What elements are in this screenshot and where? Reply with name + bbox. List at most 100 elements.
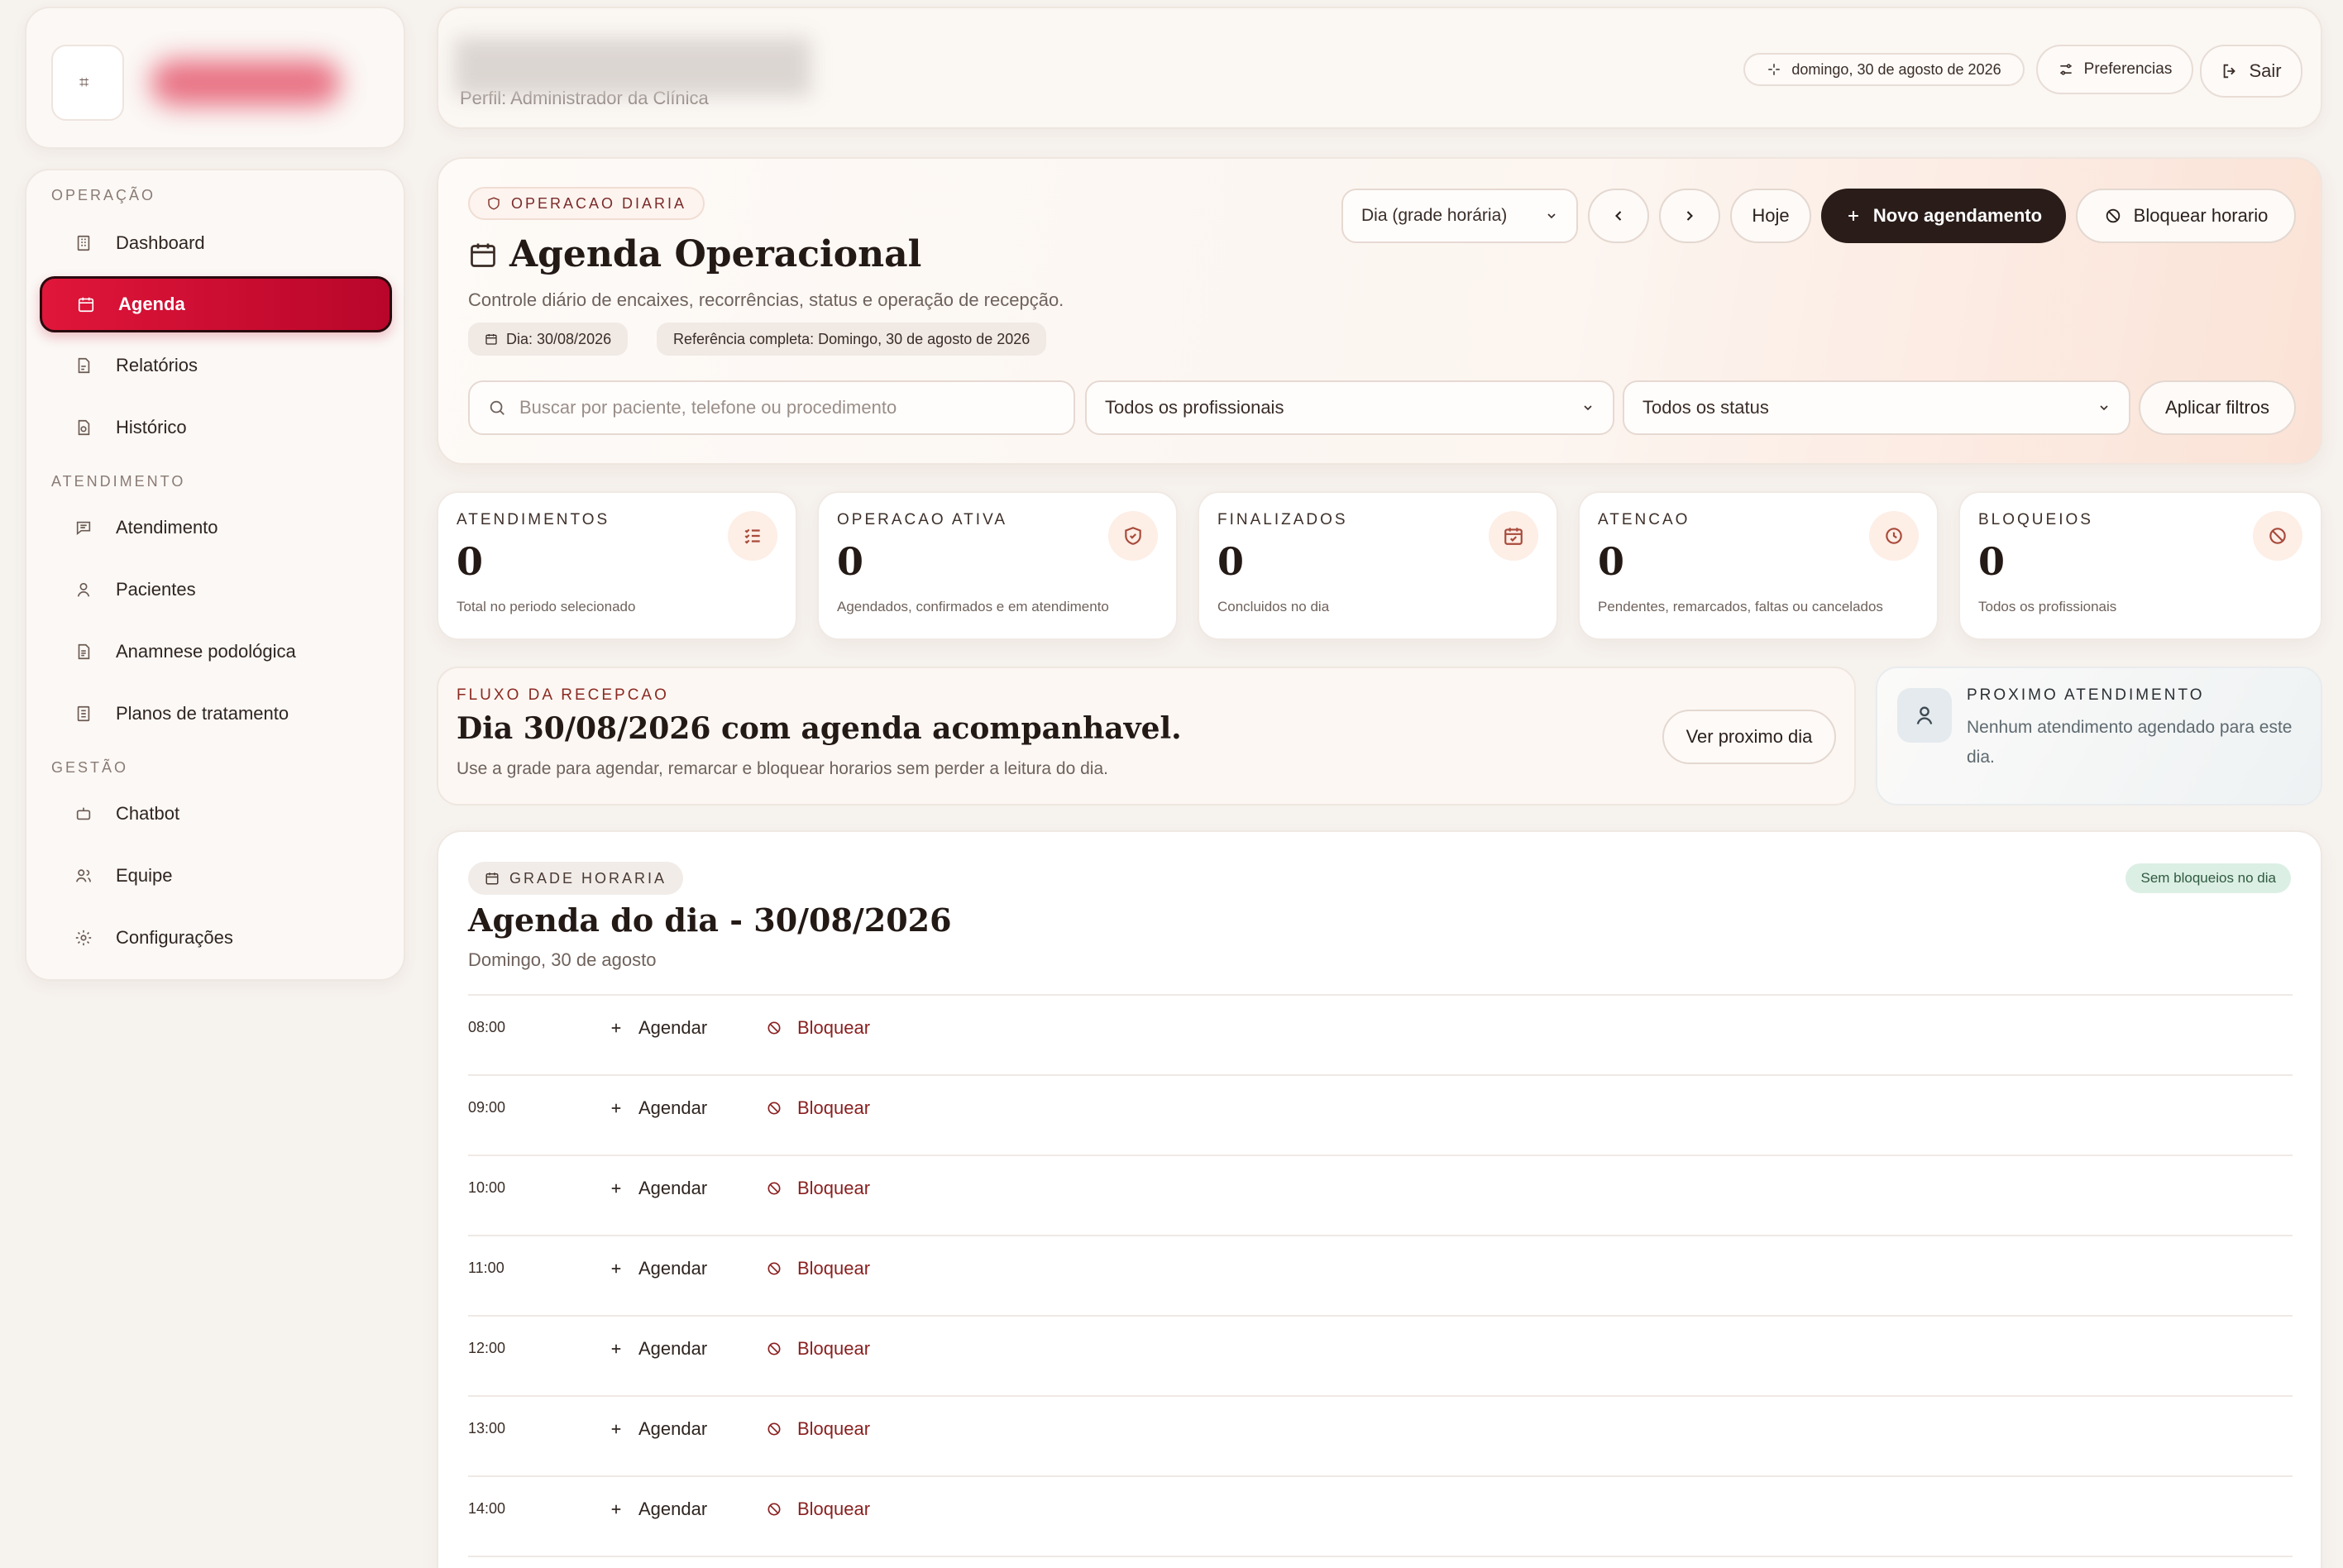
sidebar-item-relatorios[interactable]: Relatórios xyxy=(40,337,392,394)
stat-card-finalizados: FINALIZADOS 0 Concluidos no dia xyxy=(1198,491,1558,640)
stat-label: ATENDIMENTOS xyxy=(457,511,610,528)
new-appointment-label: Novo agendamento xyxy=(1872,205,2043,226)
plus-icon xyxy=(609,1422,624,1437)
logout-label: Sair xyxy=(2249,60,2282,81)
ban-icon xyxy=(766,1501,782,1518)
today-button[interactable]: Hoje xyxy=(1730,189,1811,243)
slot-time: 11:00 xyxy=(468,1260,504,1276)
sidebar-item-agenda[interactable]: Agenda xyxy=(40,276,392,332)
sidebar-item-pacientes[interactable]: Pacientes xyxy=(40,562,392,618)
day-tag-label: Dia: 30/08/2026 xyxy=(506,330,612,347)
next-appointment-text: Nenhum atendimento agendado para este di… xyxy=(1967,718,2293,767)
plus-icon xyxy=(609,1181,624,1196)
user-icon xyxy=(1897,688,1952,743)
chevron-right-icon xyxy=(1681,208,1698,224)
chevron-left-icon xyxy=(1610,208,1627,224)
schedule-slot-button[interactable]: Agendar xyxy=(609,1017,707,1039)
sidebar-nav: OPERAÇÃO Dashboard Agenda Relatórios His… xyxy=(25,169,405,981)
block-slot-button[interactable]: Bloquear xyxy=(766,1499,870,1520)
ban-icon xyxy=(2253,511,2302,561)
schedule-slot-button[interactable]: Agendar xyxy=(609,1418,707,1440)
slot-time: 09:00 xyxy=(468,1099,506,1116)
block-slot-button[interactable]: Bloquear xyxy=(766,1418,870,1440)
calendar-check-icon xyxy=(1489,511,1538,561)
sidebar-item-dashboard[interactable]: Dashboard xyxy=(40,215,392,271)
previous-day-button[interactable] xyxy=(1588,189,1649,243)
sidebar-item-atendimento[interactable]: Atendimento xyxy=(40,500,392,556)
status-select[interactable]: Todos os status xyxy=(1623,380,2130,435)
calendar-icon xyxy=(485,871,500,886)
current-date-pill: domingo, 30 de agosto de 2026 xyxy=(1743,53,2025,86)
block-slot-label: Bloquear xyxy=(797,1258,871,1279)
block-slot-button[interactable]: Bloquear xyxy=(766,1017,870,1039)
search-input[interactable]: Buscar por paciente, telefone ou procedi… xyxy=(468,380,1075,435)
sidebar-item-chatbot[interactable]: Chatbot xyxy=(40,786,392,842)
logout-button[interactable]: Sair xyxy=(2200,45,2302,98)
block-slot-button[interactable]: Bloquear xyxy=(766,1338,870,1360)
schedule-slot-button[interactable]: Agendar xyxy=(609,1499,707,1520)
time-slot-row: 12:00 Agendar Bloquear xyxy=(468,1317,2293,1397)
sidebar-item-configuracoes[interactable]: Configurações xyxy=(40,910,392,966)
professionals-select[interactable]: Todos os profissionais xyxy=(1085,380,1614,435)
schedule-slot-button[interactable]: Agendar xyxy=(609,1097,707,1119)
chevron-down-icon xyxy=(1545,209,1558,222)
schedule-subtitle: Domingo, 30 de agosto xyxy=(468,949,657,970)
stat-description: Total no periodo selecionado xyxy=(457,599,636,614)
time-slot-row: 08:00 Agendar Bloquear xyxy=(468,996,2293,1076)
bot-icon xyxy=(69,800,98,828)
apply-filters-button[interactable]: Aplicar filtros xyxy=(2139,380,2296,435)
search-icon xyxy=(488,399,506,417)
stat-label: ATENCAO xyxy=(1598,511,1690,528)
stat-description: Pendentes, remarcados, faltas ou cancela… xyxy=(1598,599,1883,614)
schedule-grid-label: GRADE HORARIA xyxy=(509,869,667,887)
plus-icon xyxy=(609,1502,624,1517)
calendar-icon xyxy=(72,290,100,318)
sidebar-item-historico[interactable]: Histórico xyxy=(40,399,392,456)
sidebar-item-equipe[interactable]: Equipe xyxy=(40,848,392,904)
block-time-button[interactable]: Bloquear horario xyxy=(2076,189,2296,243)
stat-description: Concluidos no dia xyxy=(1217,599,1330,614)
view-mode-select[interactable]: Dia (grade horária) xyxy=(1341,189,1578,243)
sidebar-item-planos[interactable]: Planos de tratamento xyxy=(40,686,392,742)
block-slot-button[interactable]: Bloquear xyxy=(766,1097,870,1119)
ban-icon xyxy=(766,1020,782,1036)
schedule-slot-button[interactable]: Agendar xyxy=(609,1338,707,1360)
block-slot-label: Bloquear xyxy=(797,1178,871,1198)
schedule-slot-label: Agendar xyxy=(638,1097,708,1118)
brand-logo[interactable]: ⌗ xyxy=(51,45,124,121)
stat-value: 0 xyxy=(457,539,484,584)
next-appointment-kicker: PROXIMO ATENDIMENTO xyxy=(1967,686,2205,704)
nav-section-atendimento: ATENDIMENTO xyxy=(51,473,186,490)
schedule-title: Agenda do dia - 30/08/2026 xyxy=(468,901,952,939)
calendar-icon xyxy=(485,332,498,346)
next-day-view-button[interactable]: Ver proximo dia xyxy=(1662,710,1836,764)
clinic-name-redacted xyxy=(455,38,810,96)
chat-icon xyxy=(69,514,98,542)
professionals-value: Todos os profissionais xyxy=(1105,397,1284,418)
preferences-button[interactable]: Preferencias xyxy=(2036,45,2193,94)
schedule-slot-label: Agendar xyxy=(638,1338,708,1359)
schedule-slot-button[interactable]: Agendar xyxy=(609,1178,707,1199)
sidebar-item-anamnese[interactable]: Anamnese podológica xyxy=(40,624,392,680)
reference-tag: Referência completa: Domingo, 30 de agos… xyxy=(657,323,1047,356)
stat-card-atencao: ATENCAO 0 Pendentes, remarcados, faltas … xyxy=(1578,491,1939,640)
time-slot-row: 09:00 Agendar Bloquear xyxy=(468,1076,2293,1156)
ban-icon xyxy=(766,1180,782,1197)
stat-label: FINALIZADOS xyxy=(1217,511,1348,528)
sidebar-item-label: Atendimento xyxy=(116,517,218,538)
stat-description: Todos os profissionais xyxy=(1978,599,2117,614)
schedule-slot-button[interactable]: Agendar xyxy=(609,1258,707,1279)
plus-icon xyxy=(609,1341,624,1356)
sliders-icon xyxy=(2058,61,2074,78)
new-appointment-button[interactable]: Novo agendamento xyxy=(1821,189,2066,243)
checklist-icon xyxy=(728,511,777,561)
block-slot-button[interactable]: Bloquear xyxy=(766,1258,870,1279)
page-title-text: Agenda Operacional xyxy=(509,233,922,275)
sidebar-item-label: Histórico xyxy=(116,417,187,437)
slot-time: 14:00 xyxy=(468,1500,506,1517)
time-slot-row: 13:00 Agendar Bloquear xyxy=(468,1397,2293,1477)
team-icon xyxy=(69,862,98,890)
block-slot-button[interactable]: Bloquear xyxy=(766,1178,870,1199)
flow-kicker: FLUXO DA RECEPCAO xyxy=(457,686,669,704)
next-day-button[interactable] xyxy=(1659,189,1720,243)
